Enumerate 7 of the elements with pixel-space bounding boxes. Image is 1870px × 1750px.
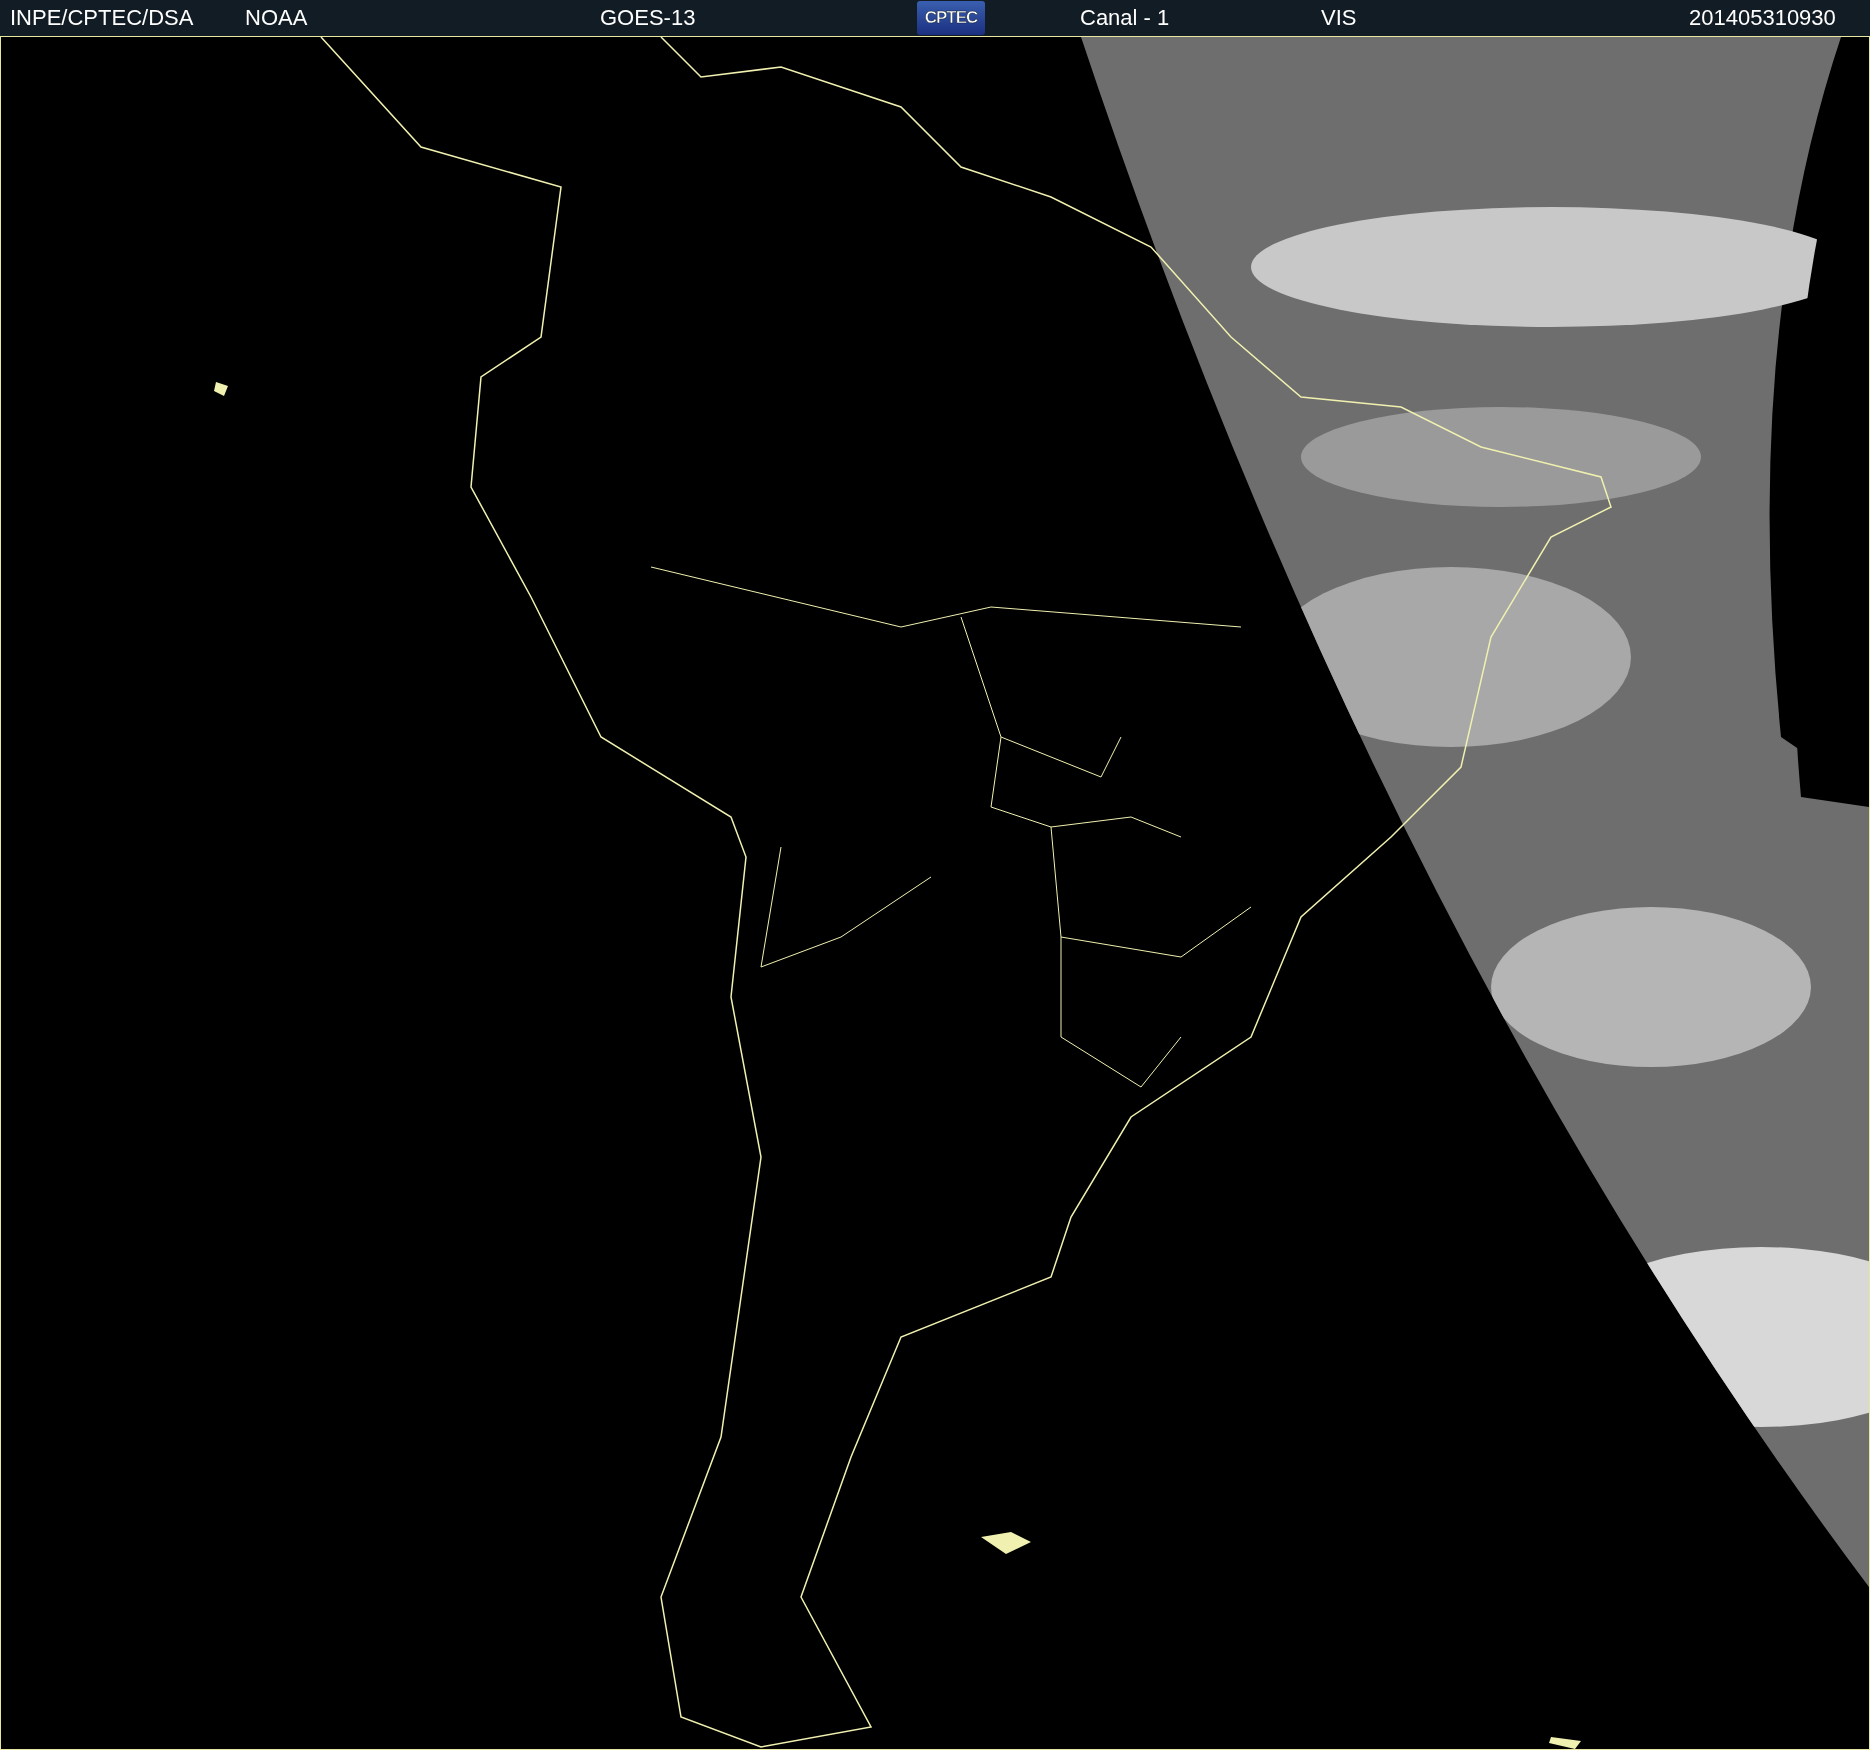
satellite-label: GOES-13 bbox=[600, 5, 697, 31]
timestamp-label: 201405310930 bbox=[1689, 5, 1836, 31]
agency-label: NOAA bbox=[245, 5, 309, 31]
band-label: VIS bbox=[1321, 5, 1358, 31]
channel-label: Canal - 1 bbox=[1079, 5, 1171, 31]
logo: CPTEC bbox=[917, 1, 985, 35]
source-label: INPE/CPTEC/DSA bbox=[9, 5, 195, 31]
